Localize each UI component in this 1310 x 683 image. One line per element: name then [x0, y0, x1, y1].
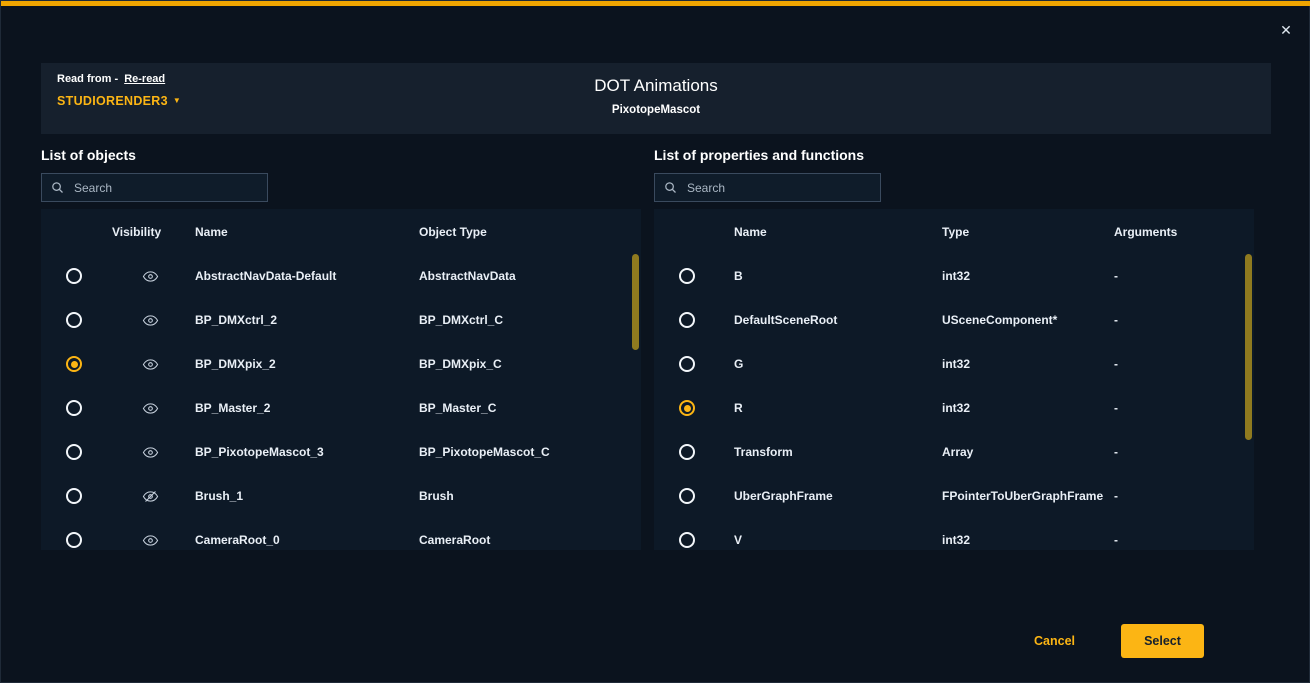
property-type-cell: Array: [942, 445, 1114, 459]
object-type-cell: AbstractNavData: [417, 269, 641, 283]
object-name-cell: CameraRoot_0: [193, 533, 417, 547]
property-type-cell: FPointerToUberGraphFrame: [942, 489, 1114, 503]
visibility-eye-off-icon[interactable]: [142, 488, 159, 505]
table-row: Vint32-: [654, 518, 1254, 550]
object-type-cell: BP_Master_C: [417, 401, 641, 415]
window-accent-bar: [1, 1, 1310, 6]
visibility-eye-icon[interactable]: [142, 532, 159, 549]
property-name-cell: UberGraphFrame: [720, 489, 942, 503]
property-arguments-cell: -: [1114, 533, 1254, 547]
table-row: BP_Master_2BP_Master_C: [41, 386, 641, 430]
object-type-cell: CameraRoot: [417, 533, 641, 547]
visibility-eye-icon[interactable]: [142, 356, 159, 373]
column-header-name: Name: [193, 225, 417, 239]
object-type-cell: BP_DMXctrl_C: [417, 313, 641, 327]
select-button[interactable]: Select: [1121, 624, 1204, 658]
properties-panel-heading: List of properties and functions: [654, 147, 864, 163]
property-type-cell: int32: [942, 401, 1114, 415]
properties-search-box: [654, 173, 881, 202]
close-icon[interactable]: ✕: [1277, 21, 1295, 39]
visibility-eye-icon[interactable]: [142, 268, 159, 285]
table-row: Rint32-: [654, 386, 1254, 430]
dialog-header: Read from - Re-read STUDIORENDER3▼ DOT A…: [41, 63, 1271, 134]
property-arguments-cell: -: [1114, 357, 1254, 371]
table-row: BP_DMXpix_2BP_DMXpix_C: [41, 342, 641, 386]
radio-button[interactable]: [679, 312, 695, 328]
radio-button[interactable]: [679, 268, 695, 284]
cancel-button[interactable]: Cancel: [1028, 633, 1081, 649]
column-header-name: Name: [720, 225, 942, 239]
radio-button[interactable]: [679, 532, 695, 548]
dialog-subtitle: PixotopeMascot: [41, 104, 1271, 116]
property-arguments-cell: -: [1114, 489, 1254, 503]
table-row: BP_DMXctrl_2BP_DMXctrl_C: [41, 298, 641, 342]
table-row: CameraRoot_0CameraRoot: [41, 518, 641, 550]
object-type-cell: BP_PixotopeMascot_C: [417, 445, 641, 459]
objects-panel-heading: List of objects: [41, 147, 136, 163]
object-name-cell: Brush_1: [193, 489, 417, 503]
radio-button[interactable]: [66, 488, 82, 504]
object-name-cell: BP_DMXctrl_2: [193, 313, 417, 327]
table-row: AbstractNavData-DefaultAbstractNavData: [41, 254, 641, 298]
scrollbar-thumb[interactable]: [1245, 254, 1252, 440]
table-row: Brush_1Brush: [41, 474, 641, 518]
property-type-cell: int32: [942, 357, 1114, 371]
property-arguments-cell: -: [1114, 313, 1254, 327]
object-type-cell: BP_DMXpix_C: [417, 357, 641, 371]
property-type-cell: USceneComponent*: [942, 313, 1114, 327]
dialog-titles: DOT Animations PixotopeMascot: [41, 63, 1271, 116]
properties-search-input[interactable]: [685, 180, 872, 196]
properties-table-header: Name Type Arguments: [654, 209, 1254, 254]
table-row: TransformArray-: [654, 430, 1254, 474]
property-arguments-cell: -: [1114, 445, 1254, 459]
properties-table: Name Type Arguments Bint32-DefaultSceneR…: [654, 209, 1254, 550]
object-type-cell: Brush: [417, 489, 641, 503]
property-type-cell: int32: [942, 269, 1114, 283]
radio-button[interactable]: [66, 532, 82, 548]
column-header-arguments: Arguments: [1114, 225, 1254, 239]
property-arguments-cell: -: [1114, 401, 1254, 415]
visibility-eye-icon[interactable]: [142, 312, 159, 329]
visibility-eye-icon[interactable]: [142, 400, 159, 417]
object-name-cell: BP_PixotopeMascot_3: [193, 445, 417, 459]
radio-button[interactable]: [66, 268, 82, 284]
radio-button[interactable]: [66, 400, 82, 416]
property-name-cell: Transform: [720, 445, 942, 459]
property-name-cell: V: [720, 533, 942, 547]
objects-table-header: Visibility Name Object Type: [41, 209, 641, 254]
object-name-cell: BP_DMXpix_2: [193, 357, 417, 371]
radio-button[interactable]: [679, 444, 695, 460]
objects-table: Visibility Name Object Type AbstractNavD…: [41, 209, 641, 550]
column-header-object-type: Object Type: [417, 225, 641, 239]
radio-button[interactable]: [66, 356, 82, 372]
dialog-footer: Cancel Select: [1028, 624, 1204, 658]
property-type-cell: int32: [942, 533, 1114, 547]
dialog-title: DOT Animations: [41, 76, 1271, 96]
property-name-cell: R: [720, 401, 942, 415]
radio-button[interactable]: [679, 400, 695, 416]
property-name-cell: DefaultSceneRoot: [720, 313, 942, 327]
table-row: Bint32-: [654, 254, 1254, 298]
property-name-cell: G: [720, 357, 942, 371]
objects-search-box: [41, 173, 268, 202]
radio-button[interactable]: [66, 444, 82, 460]
property-arguments-cell: -: [1114, 269, 1254, 283]
search-icon: [663, 180, 678, 195]
table-row: Gint32-: [654, 342, 1254, 386]
table-row: BP_PixotopeMascot_3BP_PixotopeMascot_C: [41, 430, 641, 474]
scrollbar-thumb[interactable]: [632, 254, 639, 350]
visibility-eye-icon[interactable]: [142, 444, 159, 461]
table-row: UberGraphFrameFPointerToUberGraphFrame-: [654, 474, 1254, 518]
radio-button[interactable]: [66, 312, 82, 328]
radio-button[interactable]: [679, 356, 695, 372]
column-header-visibility: Visibility: [107, 225, 193, 239]
objects-search-input[interactable]: [72, 180, 259, 196]
radio-button[interactable]: [679, 488, 695, 504]
search-icon: [50, 180, 65, 195]
column-header-type: Type: [942, 225, 1114, 239]
property-name-cell: B: [720, 269, 942, 283]
table-row: DefaultSceneRootUSceneComponent*-: [654, 298, 1254, 342]
object-name-cell: AbstractNavData-Default: [193, 269, 417, 283]
object-name-cell: BP_Master_2: [193, 401, 417, 415]
